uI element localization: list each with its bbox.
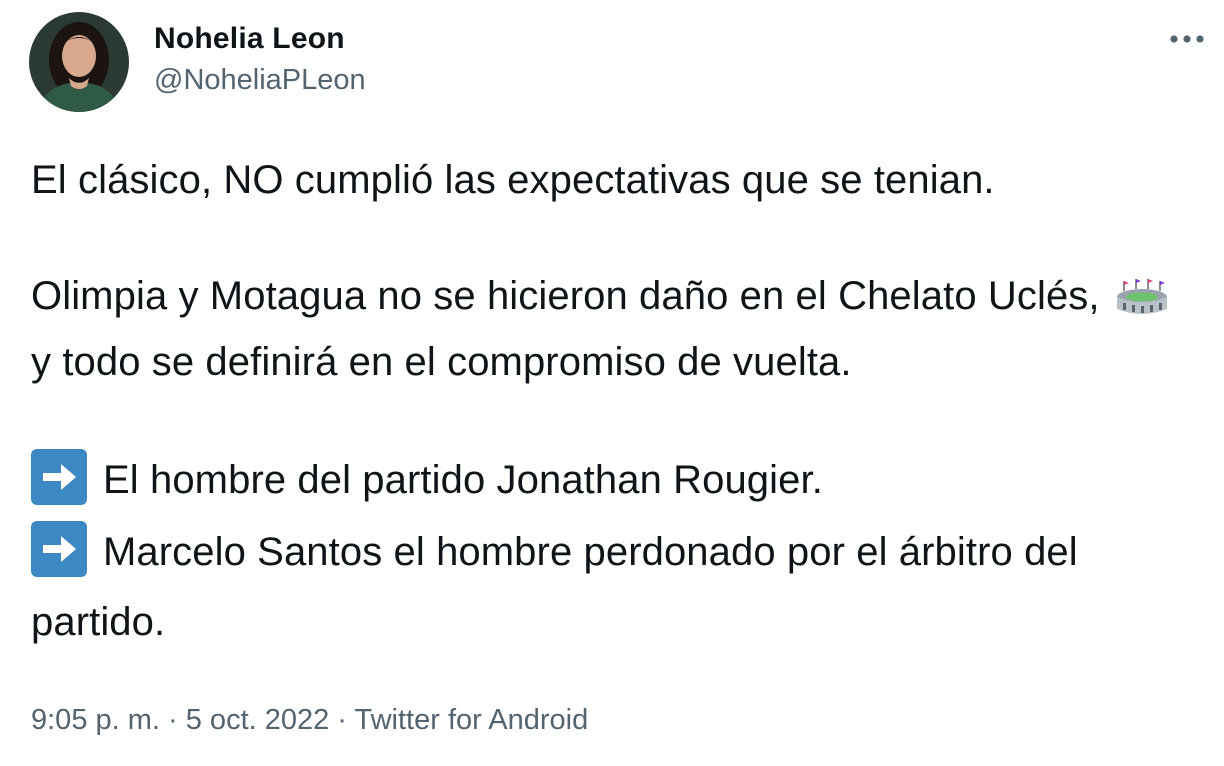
tweet-text: El clásico, NO cumplió las expectativas … <box>31 151 1206 651</box>
tweet-bullet: Marcelo Santos el hombre perdonado por e… <box>31 521 1206 651</box>
tweet-paragraph: Olimpia y Motagua no se hicieron daño en… <box>31 267 1206 391</box>
tweet-paragraph: El clásico, NO cumplió las expectativas … <box>31 158 995 202</box>
right-arrow-emoji-icon <box>31 449 87 521</box>
tweet-text-span: Olimpia y Motagua no se hicieron daño en… <box>31 274 1100 318</box>
tweet-date[interactable]: 5 oct. 2022 <box>186 704 330 736</box>
author-display-name[interactable]: Nohelia Leon <box>154 22 345 56</box>
more-options-icon[interactable] <box>1162 22 1212 56</box>
meta-separator: · <box>159 704 186 736</box>
right-arrow-emoji-icon <box>31 521 87 593</box>
avatar[interactable] <box>29 12 129 112</box>
author-handle[interactable]: @NoheliaPLeon <box>154 64 366 97</box>
tweet-card: Nohelia Leon @NoheliaPLeon El clásico, N… <box>0 0 1224 766</box>
tweet-metadata: 9:05 p. m. · 5 oct. 2022 · Twitter for A… <box>31 704 588 737</box>
tweet-time[interactable]: 9:05 p. m. <box>31 704 160 736</box>
meta-separator: · <box>329 704 355 736</box>
stadium-emoji-icon <box>1115 275 1169 333</box>
tweet-bullet-text: Marcelo Santos el hombre perdonado por e… <box>31 530 1078 644</box>
tweet-text-span: y todo se definirá en el compromiso de v… <box>31 340 852 384</box>
tweet-source: Twitter for Android <box>354 704 589 736</box>
tweet-bullet-text: El hombre del partido Jonathan Rougier. <box>103 458 823 502</box>
tweet-bullet: El hombre del partido Jonathan Rougier. <box>31 449 1206 521</box>
